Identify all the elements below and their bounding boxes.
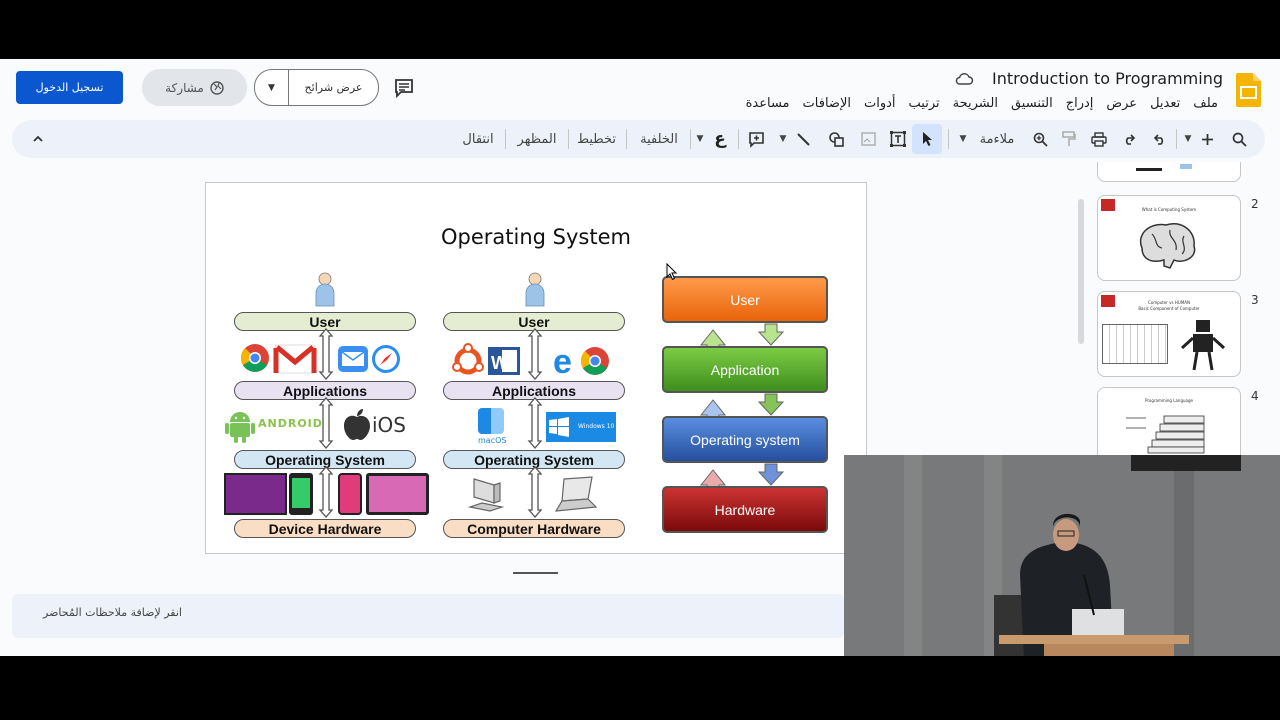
new-comment-button[interactable] <box>744 120 768 158</box>
text-box-button[interactable] <box>886 120 910 158</box>
line-dropdown[interactable]: ▼ <box>777 120 789 158</box>
search-menus-button[interactable] <box>1228 120 1250 158</box>
thumb-diagram <box>1102 324 1168 364</box>
layout-button[interactable]: تخطيط <box>574 120 619 158</box>
shape-button[interactable] <box>824 120 848 158</box>
add-comment-icon <box>748 131 764 148</box>
stack-application-box: Application <box>662 346 828 393</box>
print-icon <box>1091 131 1107 147</box>
fit-zoom-button[interactable]: ملاءمة <box>974 120 1020 158</box>
chevron-up-icon <box>33 135 43 142</box>
menu-slide[interactable]: الشريحة <box>953 96 998 111</box>
slides-app: تسجيل الدخول مشاركة ▼ عرض شرائح Introduc… <box>0 59 1280 656</box>
slide-thumbnail-3[interactable]: Computer vs HUMAN Basic Component of Com… <box>1097 291 1241 377</box>
collapse-toolbar-button[interactable] <box>26 120 50 158</box>
toolbar: انتقال المظهر تخطيط الخلفية ▼ ع ▼ ▼ ملاء… <box>12 120 1265 158</box>
cursor-arrow-icon <box>922 132 932 146</box>
undo-button[interactable] <box>1148 120 1170 158</box>
cloud-saved-icon[interactable] <box>954 71 974 87</box>
redo-icon <box>1125 134 1135 145</box>
notes-placeholder: انقر لإضافة ملاحظات المُحاضر <box>43 606 182 619</box>
brain-icon <box>1139 223 1196 269</box>
search-icon <box>1232 132 1247 147</box>
transition-button[interactable]: انتقال <box>458 120 498 158</box>
menu-arrange[interactable]: ترتيب <box>909 96 940 111</box>
print-button[interactable] <box>1088 120 1110 158</box>
slideshow-button-group: ▼ عرض شرائح <box>254 69 379 106</box>
mouse-pointer-icon <box>666 263 678 281</box>
notes-resize-handle[interactable] <box>513 572 558 574</box>
paint-format-button[interactable] <box>1058 120 1080 158</box>
thumb-title: Computer vs HUMAN <box>1148 300 1190 305</box>
stack-os-box: Operating system <box>662 416 828 463</box>
text-box-icon <box>890 131 906 147</box>
thumb-graphic <box>1136 168 1162 171</box>
caret-down-icon: ▼ <box>959 134 967 144</box>
image-button[interactable] <box>857 120 879 158</box>
paint-format-icon <box>1062 131 1076 146</box>
menu-insert[interactable]: إدراج <box>1066 96 1094 111</box>
caret-down-icon: ▼ <box>1184 134 1192 144</box>
theme-button[interactable]: المظهر <box>512 120 562 158</box>
thumb-number: 2 <box>1251 197 1259 211</box>
new-slide-button[interactable] <box>1196 120 1218 158</box>
thumb-number: 3 <box>1251 293 1259 307</box>
thumb-pyramid <box>1126 415 1205 454</box>
input-tools-dropdown[interactable]: ▼ <box>694 120 706 158</box>
share-button[interactable]: مشاركة <box>142 69 247 106</box>
slide-thumbnail-2[interactable]: What is Computing System <box>1097 195 1241 281</box>
caret-down-icon: ▼ <box>779 134 787 144</box>
thumb-title: Programming Language <box>1145 398 1193 403</box>
zoom-dropdown[interactable]: ▼ <box>957 120 969 158</box>
menu-view[interactable]: عرض <box>1106 96 1137 111</box>
thumb-graphic <box>1180 164 1192 169</box>
filmstrip-scrollbar[interactable] <box>1078 199 1084 344</box>
redo-button[interactable] <box>1118 120 1140 158</box>
new-slide-dropdown[interactable]: ▼ <box>1182 120 1194 158</box>
menu-addons[interactable]: الإضافات <box>803 96 851 111</box>
stack-hardware-box: Hardware <box>662 486 828 533</box>
presenter-webcam-video <box>844 455 1280 656</box>
webcam-scene <box>844 455 1280 656</box>
slide-thumbnail-4[interactable]: Programming Language <box>1097 387 1241 457</box>
menu-file[interactable]: ملف <box>1193 96 1218 111</box>
select-button[interactable] <box>915 120 939 158</box>
comment-icon[interactable] <box>393 77 415 99</box>
image-icon <box>860 132 876 146</box>
thumb-subtitle: Basic Component of Computer <box>1138 306 1200 311</box>
caret-down-icon: ▼ <box>696 134 704 144</box>
robot-person-icon <box>1180 320 1226 371</box>
share-label: مشاركة <box>165 80 204 95</box>
zoom-in-icon <box>1033 132 1048 147</box>
menu-edit[interactable]: تعديل <box>1150 96 1180 111</box>
slideshow-dropdown[interactable]: ▼ <box>255 70 289 105</box>
caret-down-icon: ▼ <box>268 82 275 93</box>
thumb-number: 4 <box>1251 389 1259 403</box>
menu-help[interactable]: مساعدة <box>746 96 790 111</box>
slides-logo-icon[interactable] <box>1236 73 1261 107</box>
slide-canvas[interactable]: Operating System User Applications ANDRO… <box>205 182 867 554</box>
menu-tools[interactable]: أدوات <box>864 96 896 111</box>
speaker-notes[interactable]: انقر لإضافة ملاحظات المُحاضر <box>12 594 844 638</box>
thumb-title: What is Computing System <box>1141 207 1197 212</box>
background-button[interactable]: الخلفية <box>634 120 684 158</box>
shapes-icon <box>828 131 844 147</box>
undo-icon <box>1153 134 1163 145</box>
plus-icon <box>1201 133 1213 145</box>
stack-user-box: User <box>662 276 828 323</box>
menu-bar: ملف تعديل عرض إدراج التنسيق الشريحة ترتي… <box>746 96 1218 111</box>
zoom-button[interactable] <box>1029 120 1051 158</box>
menu-format[interactable]: التنسيق <box>1011 96 1053 111</box>
document-title[interactable]: Introduction to Programming <box>992 69 1223 88</box>
line-button[interactable] <box>792 120 814 158</box>
input-tools-button[interactable]: ع <box>709 120 731 158</box>
globe-icon <box>210 80 224 95</box>
slideshow-button[interactable]: عرض شرائح <box>289 81 378 94</box>
slide-thumbnail-1[interactable] <box>1097 162 1241 182</box>
sign-in-button[interactable]: تسجيل الدخول <box>16 71 123 104</box>
line-icon <box>796 132 810 146</box>
